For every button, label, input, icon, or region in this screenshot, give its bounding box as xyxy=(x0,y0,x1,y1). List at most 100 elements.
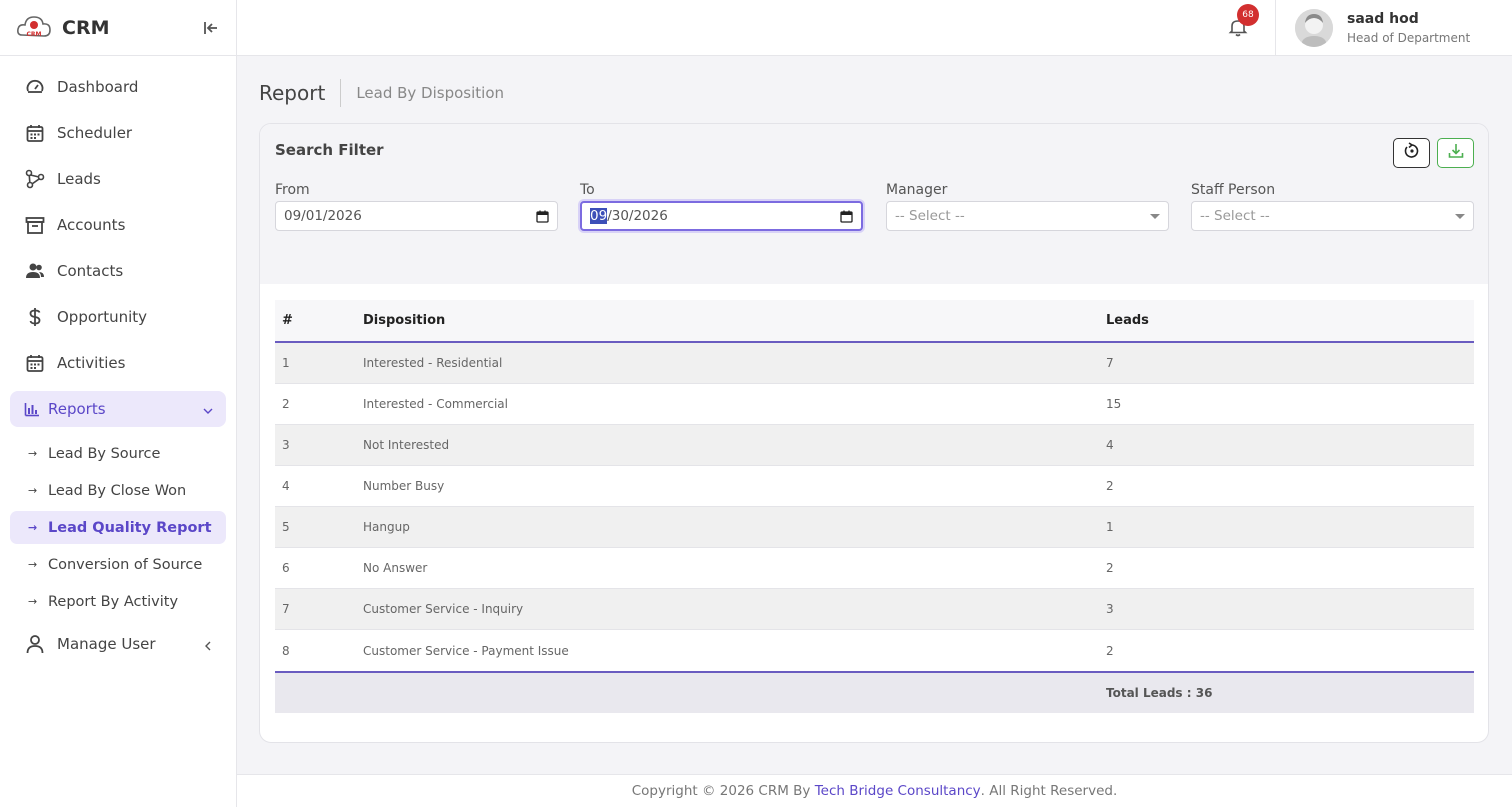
user-icon xyxy=(24,633,46,655)
total-row: Total Leads : 36 xyxy=(275,671,1474,713)
sub-item-lead-quality-report[interactable]: → Lead Quality Report xyxy=(10,511,226,544)
to-date-input[interactable]: 09/30/2026 xyxy=(580,201,863,231)
nav-menu: Dashboard Scheduler Leads Accounts Conta… xyxy=(0,56,236,662)
cell-disposition: Interested - Commercial xyxy=(363,397,508,411)
sub-item-report-by-activity[interactable]: → Report By Activity xyxy=(10,585,226,618)
cell-leads: 4 xyxy=(1106,438,1114,452)
manager-label: Manager xyxy=(886,182,948,198)
cell-num: 5 xyxy=(282,520,290,534)
table-row: 7 Customer Service - Inquiry 3 xyxy=(275,589,1474,630)
page-subtitle: Lead By Disposition xyxy=(356,84,504,102)
user-name[interactable]: saad hod xyxy=(1347,11,1419,27)
svg-text:CRM: CRM xyxy=(27,31,42,38)
table-row: 1 Interested - Residential 7 xyxy=(275,343,1474,384)
cell-disposition: Customer Service - Payment Issue xyxy=(363,643,569,658)
cell-disposition: No Answer xyxy=(363,561,428,575)
cell-leads: 2 xyxy=(1106,643,1114,658)
nav-label-activities: Activities xyxy=(57,354,126,372)
share-nodes-icon xyxy=(24,168,46,190)
total-leads: Total Leads : 36 xyxy=(1106,686,1213,700)
cell-disposition: Number Busy xyxy=(363,479,445,493)
table-row: 6 No Answer 2 xyxy=(275,548,1474,589)
cell-num: 6 xyxy=(282,561,290,575)
nav-item-leads[interactable]: Leads xyxy=(10,161,226,197)
nav-item-manage-user[interactable]: Manage User xyxy=(10,626,226,662)
to-field: To 09/30/2026 xyxy=(580,182,863,231)
sub-item-label: Lead Quality Report xyxy=(48,519,212,536)
nav-item-reports[interactable]: Reports xyxy=(10,391,226,427)
cell-leads: 2 xyxy=(1106,479,1114,493)
divider xyxy=(1275,0,1276,56)
calendar-icon[interactable] xyxy=(536,210,549,223)
topbar: 68 saad hod Head of Department xyxy=(237,0,1512,56)
nav-item-contacts[interactable]: Contacts xyxy=(10,253,226,289)
avatar[interactable] xyxy=(1295,9,1333,47)
table-row: 2 Interested - Commercial 15 xyxy=(275,384,1474,425)
nav-label-leads: Leads xyxy=(57,170,101,188)
collapse-sidebar-icon[interactable] xyxy=(202,19,220,37)
nav-label-opportunity: Opportunity xyxy=(57,308,148,326)
sub-item-lead-by-source[interactable]: → Lead By Source xyxy=(10,437,226,470)
manager-select[interactable]: -- Select -- xyxy=(886,201,1169,231)
cell-leads: 1 xyxy=(1106,520,1114,534)
nav-item-activities[interactable]: Activities xyxy=(10,345,226,381)
sub-item-conversion-of-source[interactable]: → Conversion of Source xyxy=(10,548,226,581)
nav-item-accounts[interactable]: Accounts xyxy=(10,207,226,243)
header-leads[interactable]: Leads xyxy=(1106,313,1474,328)
cell-num: 2 xyxy=(282,397,290,411)
chevron-down-icon xyxy=(1455,213,1465,219)
arrow-right-icon: → xyxy=(28,558,38,571)
arrow-right-icon: → xyxy=(28,447,38,460)
from-date-value: 09/01/2026 xyxy=(284,208,362,224)
header-num[interactable]: # xyxy=(275,313,363,328)
notification-badge[interactable]: 68 xyxy=(1237,4,1259,26)
reset-button[interactable] xyxy=(1393,138,1430,168)
to-label: To xyxy=(580,182,595,198)
download-icon xyxy=(1447,142,1465,164)
nav-item-opportunity[interactable]: Opportunity xyxy=(10,299,226,335)
table-row: 8 Customer Service - Payment Issue 2 xyxy=(275,630,1474,671)
footer-company-link[interactable]: Tech Bridge Consultancy xyxy=(815,783,981,799)
dollar-icon xyxy=(24,306,46,328)
staff-select[interactable]: -- Select -- xyxy=(1191,201,1474,231)
from-date-input[interactable]: 09/01/2026 xyxy=(275,201,558,231)
users-icon xyxy=(24,260,46,282)
calendar-icon xyxy=(24,122,46,144)
nav-label-reports: Reports xyxy=(48,400,106,418)
staff-placeholder: -- Select -- xyxy=(1200,208,1270,224)
header-disposition[interactable]: Disposition xyxy=(363,313,1106,328)
nav-label-dashboard: Dashboard xyxy=(57,78,139,96)
calendar-icon[interactable] xyxy=(840,210,853,223)
bar-chart-icon xyxy=(24,398,40,420)
sub-item-label: Report By Activity xyxy=(48,593,179,610)
footer-suffix: . All Right Reserved. xyxy=(980,783,1118,799)
crm-logo-icon[interactable]: CRM xyxy=(16,13,52,43)
sidebar: CRM CRM Dashboard Scheduler Leads Accoun… xyxy=(0,0,237,807)
refresh-icon xyxy=(1403,142,1421,164)
nav-label-manage-user: Manage User xyxy=(57,635,156,653)
brand-name: CRM xyxy=(62,16,110,39)
disposition-table: # Disposition Leads 1 Interested - Resid… xyxy=(275,300,1474,713)
cell-leads: 3 xyxy=(1106,602,1114,616)
nav-item-scheduler[interactable]: Scheduler xyxy=(10,115,226,151)
to-date-selected-segment: 09 xyxy=(590,208,608,224)
sub-item-lead-by-close-won[interactable]: → Lead By Close Won xyxy=(10,474,226,507)
user-role: Head of Department xyxy=(1347,31,1471,45)
cell-leads: 2 xyxy=(1106,561,1114,575)
cell-num: 8 xyxy=(282,643,290,658)
filter-title: Search Filter xyxy=(275,141,384,159)
page-header: Report Lead By Disposition xyxy=(259,78,504,108)
manager-field: Manager -- Select -- xyxy=(886,182,1169,231)
table-row: 5 Hangup 1 xyxy=(275,507,1474,548)
from-field: From 09/01/2026 xyxy=(275,182,558,231)
cell-disposition: Not Interested xyxy=(363,438,450,452)
nav-label-scheduler: Scheduler xyxy=(57,124,133,142)
nav-item-dashboard[interactable]: Dashboard xyxy=(10,69,226,105)
chevron-left-icon xyxy=(202,638,214,651)
search-filter: Search Filter From 09/01/2026 To 09/30/2… xyxy=(260,124,1488,284)
download-button[interactable] xyxy=(1437,138,1474,168)
chevron-down-icon xyxy=(202,403,214,415)
footer: Copyright © 2026 CRM By Tech Bridge Cons… xyxy=(237,774,1512,807)
cell-num: 3 xyxy=(282,438,290,452)
nav-label-accounts: Accounts xyxy=(57,216,126,234)
